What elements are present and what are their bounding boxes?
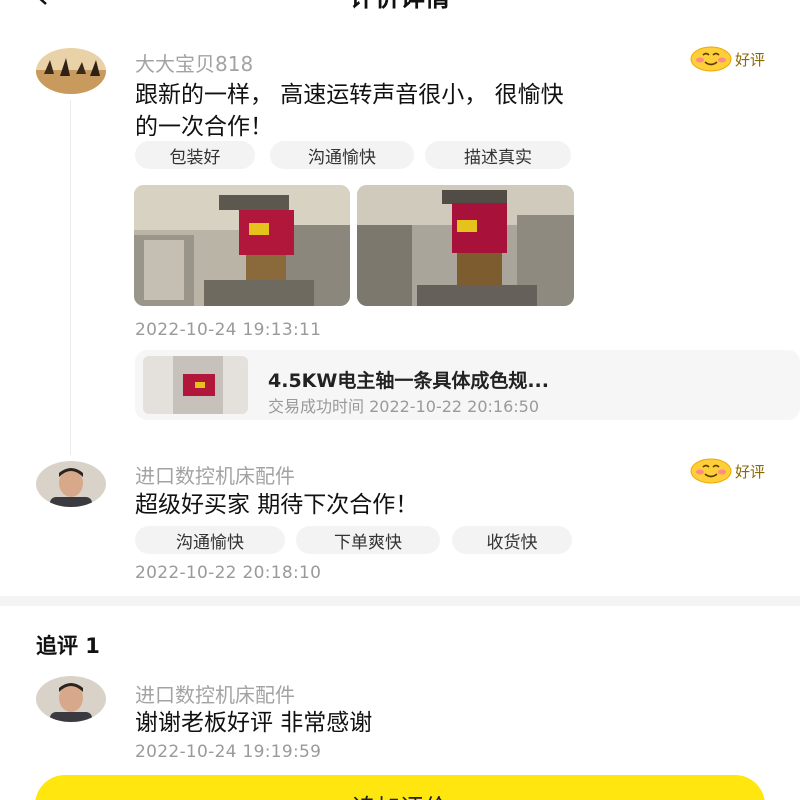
followup-heading: 追评 1 [36, 634, 100, 658]
page-title: 评价详情 [0, 0, 800, 14]
smiley-face-icon [690, 458, 732, 484]
review-tag: 下单爽快 [296, 526, 440, 554]
review-text-line: 跟新的一样， 高速运转声音很小， 很愉快 [135, 82, 564, 108]
review-tag: 收货快 [452, 526, 572, 554]
review-text: 跟新的一样， 高速运转声音很小， 很愉快 的一次合作！ [135, 79, 564, 143]
positive-review-badge: 好评 [690, 458, 765, 484]
review-photo[interactable] [357, 185, 574, 306]
avatar[interactable] [36, 676, 106, 722]
review-photo[interactable] [134, 185, 350, 306]
avatar[interactable] [36, 48, 106, 94]
followup-timestamp: 2022-10-24 19:19:59 [135, 742, 322, 762]
product-thumbnail [143, 356, 248, 414]
avatar[interactable] [36, 461, 106, 507]
review-tag: 沟通愉快 [270, 141, 414, 169]
reviewer-name[interactable]: 进口数控机床配件 [135, 460, 295, 489]
product-card[interactable]: 4.5KW电主轴一条具体成色规... 交易成功时间 2022-10-22 20:… [135, 350, 800, 420]
review-text: 超级好买家 期待下次合作！ [135, 492, 419, 518]
review-timestamp: 2022-10-22 20:18:10 [135, 563, 322, 583]
add-review-label: 追加评价 [35, 788, 765, 800]
positive-review-badge: 好评 [690, 46, 765, 72]
review-timestamp: 2022-10-24 19:13:11 [135, 320, 322, 340]
review-tag: 沟通愉快 [135, 526, 285, 554]
page-header: 评价详情 [0, 0, 800, 18]
review-text-line: 的一次合作！ [135, 114, 273, 140]
add-review-button[interactable]: 追加评价 [35, 775, 765, 800]
smiley-face-icon [690, 46, 732, 72]
product-title: 4.5KW电主轴一条具体成色规... [268, 370, 549, 392]
reviewer-name[interactable]: 大大宝贝818 [135, 48, 253, 77]
section-divider [0, 596, 800, 606]
followup-text: 谢谢老板好评 非常感谢 [135, 710, 373, 736]
reviewer-name[interactable]: 进口数控机床配件 [135, 679, 295, 708]
review-tag: 包装好 [135, 141, 255, 169]
badge-label: 好评 [735, 462, 766, 481]
thread-connector [70, 100, 71, 455]
transaction-time: 交易成功时间 2022-10-22 20:16:50 [268, 397, 540, 416]
review-tag: 描述真实 [425, 141, 571, 169]
badge-label: 好评 [735, 50, 766, 69]
